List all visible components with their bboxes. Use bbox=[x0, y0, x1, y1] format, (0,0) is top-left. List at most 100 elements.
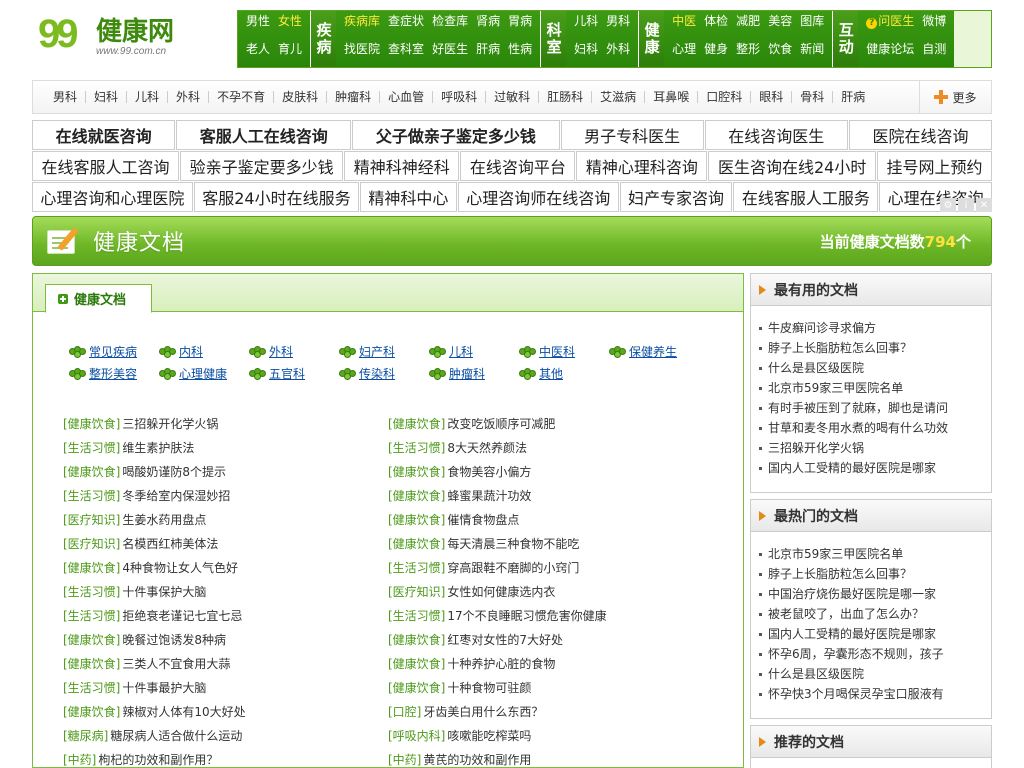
nav-link-parenting[interactable]: 育儿 bbox=[278, 41, 302, 65]
document-category-link[interactable]: [健康饮食] bbox=[63, 657, 120, 671]
document-title-link[interactable]: 每天清晨三种食物不能吃 bbox=[447, 537, 579, 551]
site-logo[interactable]: 99 健康网 www.99.com.cn bbox=[38, 12, 208, 66]
ad-link[interactable]: 在线就医咨询 bbox=[32, 120, 176, 150]
nav-link-diet[interactable]: 减肥 bbox=[736, 13, 760, 37]
department-link[interactable]: 肿瘤科 bbox=[327, 91, 381, 103]
ad-link[interactable]: 验亲子鉴定要多少钱 bbox=[180, 151, 344, 181]
sidebar-doc-link[interactable]: 国内人工受精的最好医院是哪家 bbox=[768, 458, 936, 478]
category-link[interactable]: 内科 bbox=[179, 344, 203, 360]
nav-link-symptoms[interactable]: 查症状 bbox=[388, 13, 424, 37]
sidebar-doc-link[interactable]: 中国治疗烧伤最好医院是哪一家 bbox=[768, 584, 936, 604]
document-title-link[interactable]: 4种食物让女人气色好 bbox=[122, 561, 238, 575]
nav-tag-health[interactable]: 健康 bbox=[638, 11, 665, 67]
document-title-link[interactable]: 三招躲开化学火锅 bbox=[122, 417, 218, 431]
ad-link[interactable]: 医院在线咨询 bbox=[848, 120, 993, 150]
document-category-link[interactable]: [健康饮食] bbox=[388, 489, 445, 503]
sidebar-doc-link[interactable]: 脖子上长脂肪粒怎么回事？ bbox=[768, 564, 912, 584]
sidebar-doc-link[interactable]: 甘草和麦冬用水煮的喝有什么功效 bbox=[768, 418, 948, 438]
document-category-link[interactable]: [医疗知识] bbox=[63, 537, 120, 551]
nav-link-forum[interactable]: 健康论坛 bbox=[866, 41, 914, 65]
nav-link-liver[interactable]: 肝病 bbox=[476, 41, 500, 65]
nav-link-weibo[interactable]: 微博 bbox=[922, 13, 946, 37]
sidebar-doc-link[interactable]: 什么是县区级医院 bbox=[768, 664, 864, 684]
department-link[interactable]: 不孕不育 bbox=[209, 91, 275, 103]
nav-link-selftest[interactable]: 自测 bbox=[922, 41, 946, 65]
document-category-link[interactable]: [口腔] bbox=[388, 705, 421, 719]
document-title-link[interactable]: 生姜水药用盘点 bbox=[122, 513, 206, 527]
document-category-link[interactable]: [健康饮食] bbox=[63, 561, 120, 575]
nav-link-stomach[interactable]: 胃病 bbox=[508, 13, 532, 37]
nav-link-male[interactable]: 男性 bbox=[246, 13, 270, 37]
nav-link-exams[interactable]: 检查库 bbox=[432, 13, 468, 37]
document-category-link[interactable]: [健康饮食] bbox=[388, 417, 445, 431]
ad-link[interactable]: 精神科中心 bbox=[359, 182, 457, 212]
ad-link[interactable]: 妇产专家咨询 bbox=[619, 182, 733, 212]
document-title-link[interactable]: 喝酸奶谨防8个提示 bbox=[122, 465, 226, 479]
document-category-link[interactable]: [生活习惯] bbox=[63, 609, 120, 623]
category-link[interactable]: 传染科 bbox=[359, 366, 395, 382]
document-category-link[interactable]: [中药] bbox=[63, 753, 96, 767]
document-category-link[interactable]: [生活习惯] bbox=[63, 441, 120, 455]
ad-info-icon[interactable]: i bbox=[958, 198, 974, 212]
nav-link-departments[interactable]: 查科室 bbox=[388, 41, 424, 65]
document-title-link[interactable]: 8大天然养颜法 bbox=[447, 441, 527, 455]
sidebar-doc-link[interactable]: 牛皮癣问诊寻求偏方 bbox=[768, 318, 876, 338]
document-title-link[interactable]: 十种养护心脏的食物 bbox=[447, 657, 555, 671]
nav-link-gallery[interactable]: 图库 bbox=[800, 13, 824, 37]
ad-link[interactable]: 客服人工在线咨询 bbox=[176, 120, 352, 150]
ad-link[interactable]: 在线客服人工咨询 bbox=[32, 151, 180, 181]
sidebar-doc-link[interactable]: 国内人工受精的最好医院是哪家 bbox=[768, 624, 936, 644]
ad-link[interactable]: 男子专科医生 bbox=[560, 120, 704, 150]
document-title-link[interactable]: 名模西红柿美体法 bbox=[122, 537, 218, 551]
department-link[interactable]: 肝病 bbox=[833, 91, 873, 103]
sidebar-doc-link[interactable]: 什么是县区级医院 bbox=[768, 358, 864, 378]
category-link[interactable]: 五官科 bbox=[269, 366, 305, 382]
document-category-link[interactable]: [健康饮食] bbox=[388, 465, 445, 479]
nav-link-find-hospital[interactable]: 找医院 bbox=[344, 41, 380, 65]
ad-link[interactable]: 精神心理科咨询 bbox=[576, 151, 708, 181]
category-link[interactable]: 整形美容 bbox=[89, 366, 137, 382]
department-link[interactable]: 口腔科 bbox=[698, 91, 752, 103]
category-link[interactable]: 妇产科 bbox=[359, 344, 395, 360]
document-category-link[interactable]: [糖尿病] bbox=[63, 729, 108, 743]
ad-link[interactable]: 在线咨询医生 bbox=[704, 120, 848, 150]
document-title-link[interactable]: 女性如何健康选内衣 bbox=[447, 585, 555, 599]
nav-link-gynecology[interactable]: 妇科 bbox=[574, 41, 598, 65]
document-category-link[interactable]: [健康饮食] bbox=[388, 657, 445, 671]
department-link[interactable]: 过敏科 bbox=[486, 91, 540, 103]
category-link[interactable]: 中医科 bbox=[539, 344, 575, 360]
category-link[interactable]: 其他 bbox=[539, 366, 563, 382]
document-title-link[interactable]: 拒绝衰老谨记七宜七忌 bbox=[122, 609, 242, 623]
sidebar-doc-link[interactable]: 北京市59家三甲医院名单 bbox=[768, 378, 903, 398]
nav-link-checkup[interactable]: 体检 bbox=[704, 13, 728, 37]
document-title-link[interactable]: 辣椒对人体有10大好处 bbox=[122, 705, 245, 719]
category-link[interactable]: 儿科 bbox=[449, 344, 473, 360]
category-link[interactable]: 常见疾病 bbox=[89, 344, 137, 360]
document-title-link[interactable]: 改变吃饭顺序可减肥 bbox=[447, 417, 555, 431]
document-category-link[interactable]: [健康饮食] bbox=[388, 537, 445, 551]
document-title-link[interactable]: 牙齿美白用什么东西？ bbox=[423, 705, 543, 719]
document-title-link[interactable]: 黄芪的功效和副作用 bbox=[423, 753, 531, 767]
sidebar-doc-link[interactable]: 脖子上长脂肪粒怎么回事？ bbox=[768, 338, 912, 358]
department-link[interactable]: 心血管 bbox=[380, 91, 434, 103]
ad-link[interactable]: 客服24小时在线服务 bbox=[193, 182, 359, 212]
document-title-link[interactable]: 三类人不宜食用大蒜 bbox=[122, 657, 230, 671]
nav-link-ask-doctor[interactable]: ? 问医生 bbox=[866, 13, 914, 37]
department-link[interactable]: 男科 bbox=[45, 91, 87, 103]
nav-link-surgery[interactable]: 外科 bbox=[606, 41, 630, 65]
document-category-link[interactable]: [健康饮食] bbox=[388, 633, 445, 647]
sidebar-doc-link[interactable]: 怀孕6周，孕囊形态不规则，孩子 bbox=[768, 644, 944, 664]
department-link[interactable]: 骨科 bbox=[792, 91, 834, 103]
document-category-link[interactable]: [生活习惯] bbox=[63, 681, 120, 695]
document-title-link[interactable]: 催情食物盘点 bbox=[447, 513, 519, 527]
nav-link-std[interactable]: 性病 bbox=[508, 41, 532, 65]
ad-link[interactable]: 父子做亲子鉴定多少钱 bbox=[352, 120, 560, 150]
document-title-link[interactable]: 维生素护肤法 bbox=[122, 441, 194, 455]
document-category-link[interactable]: [生活习惯] bbox=[63, 585, 120, 599]
ad-link[interactable]: 心理咨询师在线咨询 bbox=[457, 182, 619, 212]
document-category-link[interactable]: [生活习惯] bbox=[63, 489, 120, 503]
ad-link[interactable]: 精神科神经科 bbox=[344, 151, 460, 181]
ad-link[interactable]: 挂号网上预约 bbox=[876, 151, 993, 181]
document-title-link[interactable]: 十种食物可驻颜 bbox=[447, 681, 531, 695]
document-title-link[interactable]: 红枣对女性的7大好处 bbox=[447, 633, 563, 647]
